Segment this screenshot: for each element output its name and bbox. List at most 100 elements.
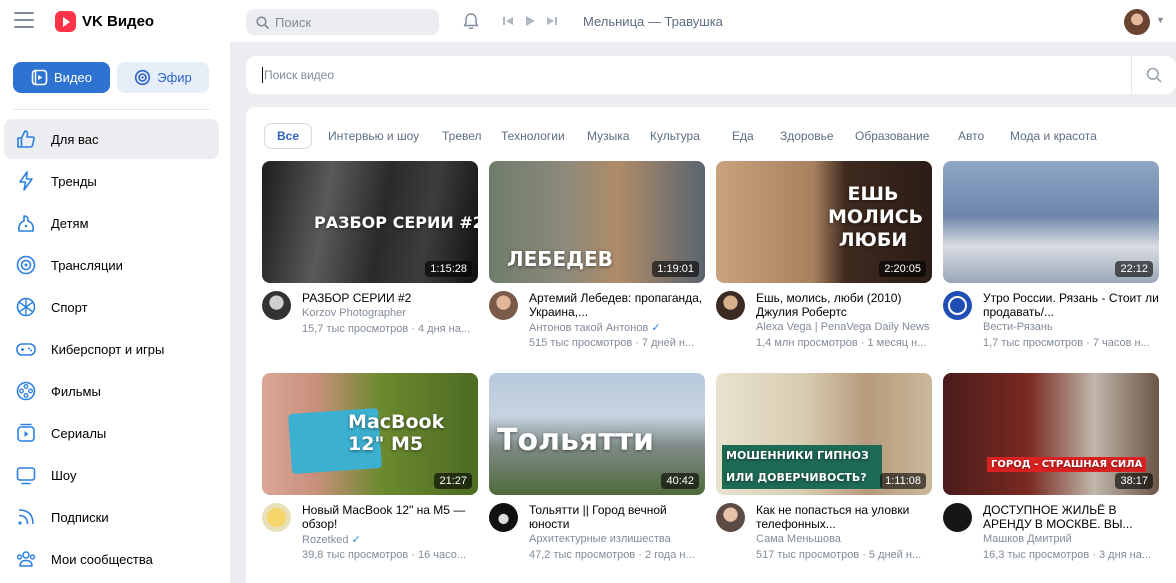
sidebar-item-broadcasts[interactable]: Трансляции (4, 245, 219, 285)
sidebar-item-sport[interactable]: Спорт (4, 287, 219, 327)
channel-name[interactable]: Сама Меньшова (756, 533, 841, 545)
video-title[interactable]: ДОСТУПНОЕ ЖИЛЬЁ В АРЕНДУ В МОСКВЕ. ВЫ... (983, 503, 1159, 531)
channel-avatar[interactable] (262, 291, 291, 320)
video-thumbnail[interactable]: ЛЕБЕДЕВ 1:19:01 (489, 161, 705, 283)
sidebar-item-movies[interactable]: Фильмы (4, 371, 219, 411)
category-tab[interactable]: Еда (732, 123, 754, 149)
video-card[interactable]: ЕШЬ МОЛИСЬ ЛЮБИ 2:20:05 Ешь, молись, люб… (716, 161, 932, 349)
video-card[interactable]: ЛЕБЕДЕВ 1:19:01 Артемий Лебедев: пропага… (489, 161, 705, 349)
chevron-down-icon[interactable]: ▼ (1156, 15, 1165, 25)
sidebar-item-esports[interactable]: Киберспорт и игры (4, 329, 219, 369)
category-tab[interactable]: Тревел (442, 123, 482, 149)
channel-name[interactable]: Rozetked ✓ (302, 533, 361, 546)
menu-icon[interactable] (14, 12, 34, 30)
sidebar-item-communities[interactable]: Мои сообщества (4, 539, 219, 579)
video-title[interactable]: Утро России. Рязань - Стоит ли продавать… (983, 291, 1159, 319)
video-stats: 515 тыс просмотров · 7 дней н... (529, 337, 695, 349)
sidebar-item-label: Детям (51, 215, 89, 231)
channel-name[interactable]: Архитектурные излишества (529, 533, 671, 545)
video-stats: 16,3 тыс просмотров · 3 дня на... (983, 549, 1152, 561)
video-card[interactable]: РАЗБОР СЕРИИ #2 1:15:28 РАЗБОР СЕРИИ #2 … (262, 161, 478, 335)
thumbnail-caption: ЛЕБЕДЕВ (507, 247, 613, 271)
search-icon (256, 16, 269, 29)
channel-name-text: Машков Дмитрий (983, 533, 1072, 545)
video-thumbnail[interactable]: Тольятти 40:42 (489, 373, 705, 495)
player-controls (502, 15, 558, 27)
category-tab[interactable]: Здоровье (780, 123, 834, 149)
video-search-input[interactable]: Поиск видео (246, 56, 1176, 94)
video-stats: 517 тыс просмотров · 5 дней н... (756, 549, 922, 561)
sidebar-item-label: Трансляции (51, 257, 123, 273)
category-tab-all[interactable]: Все (264, 123, 313, 149)
sidebar-item-label: Тренды (51, 173, 97, 189)
sidebar-item-show[interactable]: Шоу (4, 455, 219, 495)
video-card[interactable]: МОШЕННИКИ ГИПНОЗ ИЛИ ДОВЕРЧИВОСТЬ? 1:11:… (716, 373, 932, 561)
video-card[interactable]: Тольятти 40:42 Тольятти || Город вечной … (489, 373, 705, 561)
video-duration: 22:12 (1115, 261, 1153, 277)
search-icon[interactable] (1146, 67, 1162, 83)
video-thumbnail[interactable]: РАЗБОР СЕРИИ #2 1:15:28 (262, 161, 478, 283)
channel-name[interactable]: Машков Дмитрий (983, 533, 1072, 545)
thumbnail-caption: Тольятти (497, 423, 655, 458)
sidebar-item-kids[interactable]: Детям (4, 203, 219, 243)
header-search-input[interactable]: Поиск (246, 9, 439, 35)
user-avatar[interactable] (1124, 9, 1150, 35)
video-duration: 2:20:05 (879, 261, 926, 277)
sidebar-item-label: Для вас (51, 131, 99, 147)
video-thumbnail[interactable]: МОШЕННИКИ ГИПНОЗ ИЛИ ДОВЕРЧИВОСТЬ? 1:11:… (716, 373, 932, 495)
logo[interactable]: VK Видео (55, 11, 154, 32)
thumbnail-caption: ЕШЬ МОЛИСЬ ЛЮБИ (828, 183, 924, 251)
video-thumbnail[interactable]: ГОРОД - СТРАШНАЯ СИЛА 38:17 (943, 373, 1159, 495)
category-tab[interactable]: Интервью и шоу (328, 123, 419, 149)
category-tab[interactable]: Культура (650, 123, 700, 149)
channel-avatar[interactable] (262, 503, 291, 532)
sidebar-item-trends[interactable]: Тренды (4, 161, 219, 201)
channel-name[interactable]: Антонов такой Антонов ✓ (529, 321, 661, 334)
video-thumbnail[interactable]: 22:12 (943, 161, 1159, 283)
sidebar-item-series[interactable]: Сериалы (4, 413, 219, 453)
category-tab[interactable]: Музыка (587, 123, 629, 149)
video-stats: 1,7 тыс просмотров · 7 часов н... (983, 337, 1150, 349)
video-title[interactable]: Как не попасться на уловки телефонных... (756, 503, 932, 531)
channel-avatar[interactable] (943, 291, 972, 320)
thumbnail-caption: ГОРОД - СТРАШНАЯ СИЛА (987, 457, 1147, 472)
bell-icon[interactable] (462, 12, 480, 31)
video-title[interactable]: Тольятти || Город вечной юности (529, 503, 705, 531)
next-track-icon[interactable] (546, 15, 558, 27)
video-title[interactable]: Артемий Лебедев: пропаганда, Украина,... (529, 291, 705, 319)
now-playing-track[interactable]: Мельница — Травушка (583, 14, 723, 29)
video-search-placeholder: Поиск видео (264, 68, 335, 82)
channel-name[interactable]: Вести-Рязань (983, 321, 1053, 333)
video-title[interactable]: РАЗБОР СЕРИИ #2 (302, 291, 478, 305)
video-card[interactable]: MacBook 12" M5 21:27 Новый MacBook 12" н… (262, 373, 478, 561)
category-tab[interactable]: Образование (855, 123, 929, 149)
channel-name[interactable]: Korzov Photographer (302, 307, 406, 319)
video-title[interactable]: Ешь, молись, люби (2010) Джулия Робертс (756, 291, 932, 319)
live-broadcast-icon (135, 69, 151, 86)
video-title[interactable]: Новый MacBook 12" на M5 — обзор! (302, 503, 478, 531)
channel-name-text: Korzov Photographer (302, 307, 406, 319)
video-library-icon (31, 69, 48, 86)
video-duration: 40:42 (661, 473, 699, 489)
channel-name[interactable]: Alexa Vega | PenaVega Daily News (756, 321, 929, 333)
tab-efir[interactable]: Эфир (117, 62, 209, 93)
channel-avatar[interactable] (716, 291, 745, 320)
channel-avatar[interactable] (489, 291, 518, 320)
video-thumbnail[interactable]: MacBook 12" M5 21:27 (262, 373, 478, 495)
category-tab[interactable]: Технологии (501, 123, 565, 149)
play-icon[interactable] (524, 15, 536, 27)
category-tab[interactable]: Авто (958, 123, 984, 149)
tab-video[interactable]: Видео (13, 62, 110, 93)
channel-avatar[interactable] (489, 503, 518, 532)
previous-track-icon[interactable] (502, 15, 514, 27)
category-tab[interactable]: Мода и красота (1010, 123, 1097, 149)
channel-avatar[interactable] (943, 503, 972, 532)
sidebar-item-subscriptions[interactable]: Подписки (4, 497, 219, 537)
sidebar-item-for-you[interactable]: Для вас (4, 119, 219, 159)
video-card[interactable]: 22:12 Утро России. Рязань - Стоит ли про… (943, 161, 1159, 349)
sidebar-item-label: Подписки (51, 509, 109, 525)
video-card[interactable]: ГОРОД - СТРАШНАЯ СИЛА 38:17 ДОСТУПНОЕ ЖИ… (943, 373, 1159, 561)
vesti-logo-icon (948, 296, 967, 315)
channel-avatar[interactable] (716, 503, 745, 532)
video-thumbnail[interactable]: ЕШЬ МОЛИСЬ ЛЮБИ 2:20:05 (716, 161, 932, 283)
